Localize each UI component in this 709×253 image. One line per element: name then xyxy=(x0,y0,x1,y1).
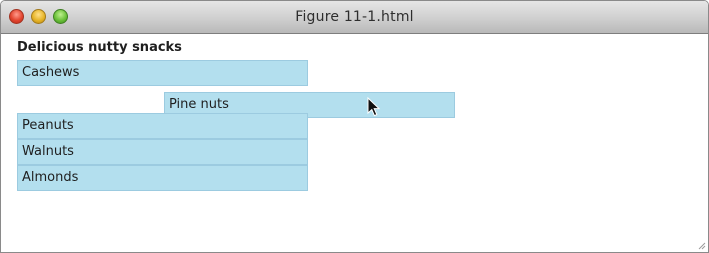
resize-grip-icon[interactable] xyxy=(696,240,706,250)
page-content: Delicious nutty snacks Cashews Pine nuts… xyxy=(1,34,708,252)
list-item-almonds[interactable]: Almonds xyxy=(17,165,308,191)
list-item-peanuts[interactable]: Peanuts xyxy=(17,113,308,139)
browser-window: Figure 11-1.html Delicious nutty snacks … xyxy=(0,0,709,253)
page-heading: Delicious nutty snacks xyxy=(17,40,182,55)
title-bar[interactable]: Figure 11-1.html xyxy=(1,1,708,34)
arrow-pointer-icon xyxy=(367,97,381,117)
list-item-cashews[interactable]: Cashews xyxy=(17,60,308,86)
list-item-walnuts[interactable]: Walnuts xyxy=(17,139,308,165)
window-title: Figure 11-1.html xyxy=(295,9,414,25)
